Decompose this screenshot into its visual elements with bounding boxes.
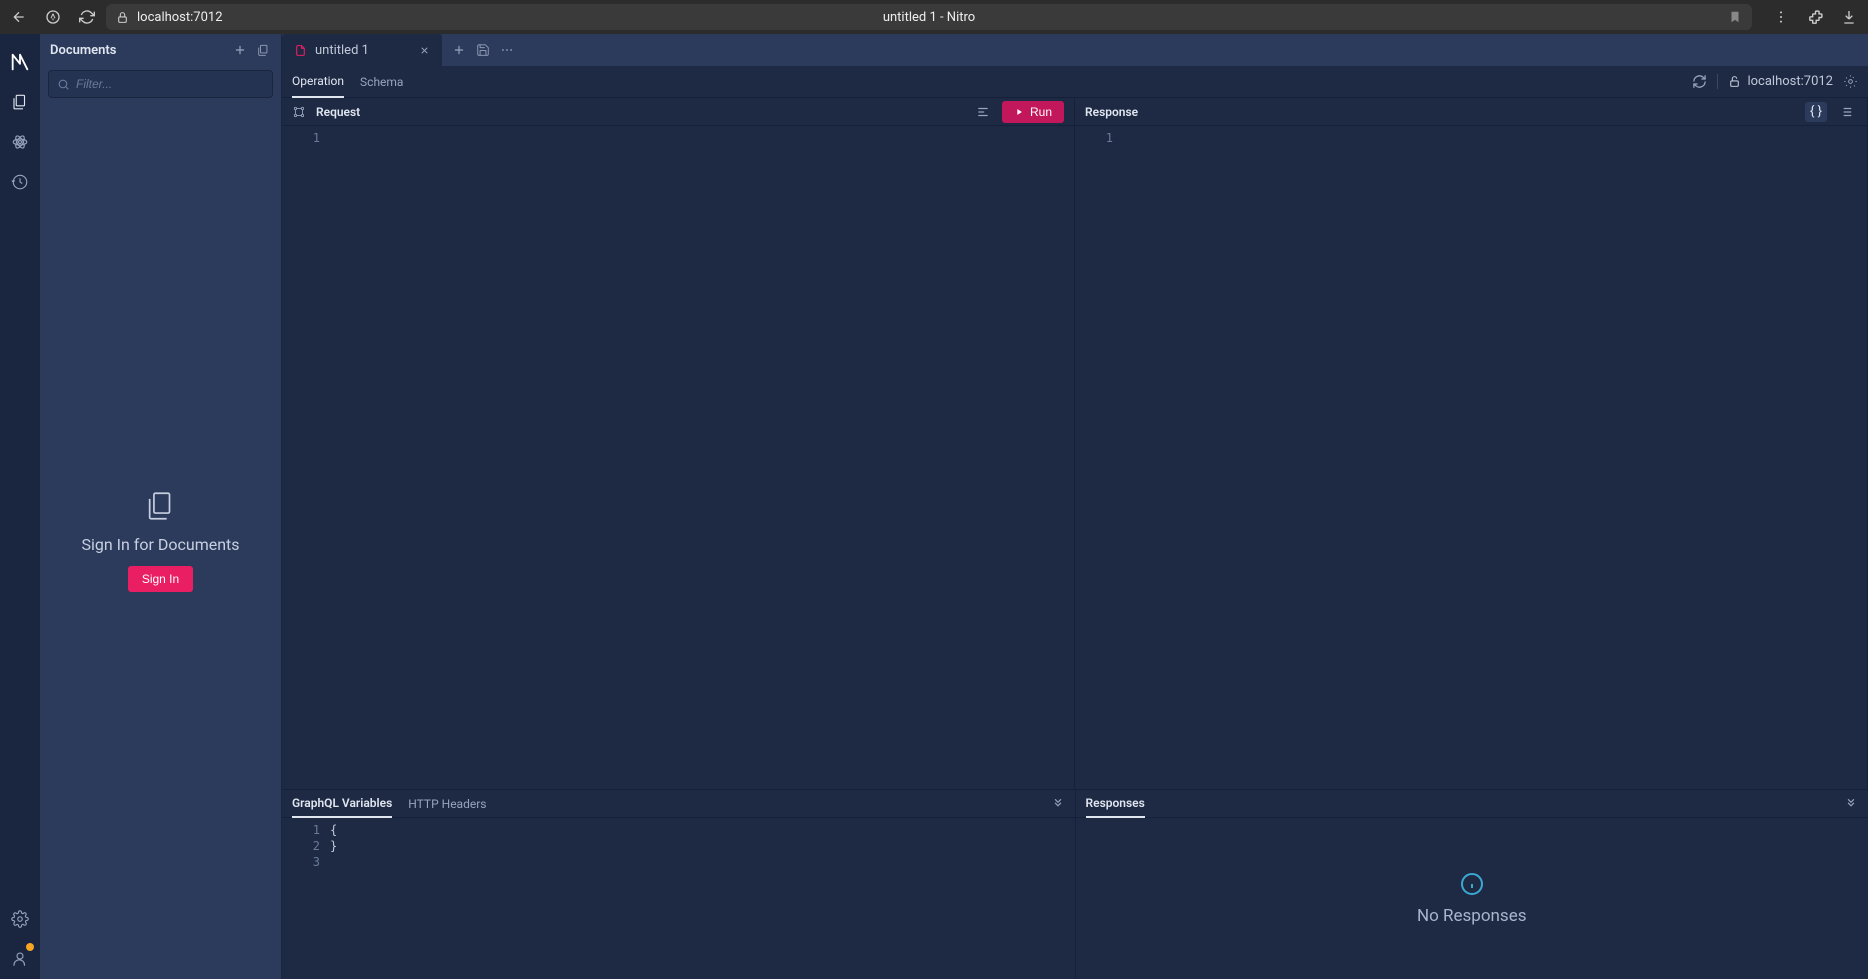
endpoint-url: localhost:7012	[1747, 74, 1833, 89]
variables-gutter: 1 2 3	[282, 818, 330, 979]
sidebar: Documents Sign In for Documents Sign In	[40, 34, 282, 979]
request-gutter: 1	[282, 126, 330, 789]
browser-chrome: localhost:7012 untitled 1 - Nitro	[0, 0, 1868, 34]
new-document-icon[interactable]	[233, 43, 247, 57]
collapse-variables-icon[interactable]	[1051, 797, 1065, 811]
more-tabs-icon[interactable]	[500, 43, 514, 57]
page-title: untitled 1 - Nitro	[883, 10, 975, 25]
browser-yandex-icon[interactable]	[44, 8, 62, 26]
rail-settings-icon[interactable]	[0, 899, 40, 939]
app-logo-icon[interactable]	[0, 42, 40, 82]
rail-history-icon[interactable]	[0, 162, 40, 202]
filter-box[interactable]	[48, 70, 273, 98]
rail-account-icon[interactable]	[0, 939, 40, 979]
url-bar[interactable]: localhost:7012 untitled 1 - Nitro	[106, 4, 1752, 30]
tab-http-headers[interactable]: HTTP Headers	[408, 791, 486, 817]
responses-title: Responses	[1086, 790, 1145, 818]
new-folder-icon[interactable]	[257, 43, 271, 57]
run-label: Run	[1030, 105, 1052, 119]
lock-icon	[116, 11, 129, 24]
run-button[interactable]: Run	[1002, 101, 1064, 123]
browser-back-icon[interactable]	[10, 8, 28, 26]
prettify-icon[interactable]	[972, 102, 994, 122]
endpoint[interactable]: localhost:7012	[1717, 74, 1833, 89]
extensions-icon[interactable]	[1806, 8, 1824, 26]
browser-reload-icon[interactable]	[78, 8, 96, 26]
response-editor[interactable]: 1	[1075, 126, 1867, 789]
filter-input[interactable]	[76, 77, 264, 91]
sidebar-empty-title: Sign In for Documents	[81, 535, 239, 554]
url-text: localhost:7012	[137, 10, 223, 25]
tab-document[interactable]: untitled 1	[282, 34, 442, 66]
view-tree-icon[interactable]	[1835, 102, 1857, 122]
unlock-icon	[1728, 75, 1741, 88]
no-responses-state: No Responses	[1076, 818, 1868, 979]
no-responses-text: No Responses	[1417, 906, 1527, 926]
play-icon	[1014, 107, 1024, 117]
tab-operation[interactable]: Operation	[292, 66, 344, 98]
downloads-icon[interactable]	[1840, 8, 1858, 26]
response-title: Response	[1085, 105, 1138, 119]
documents-empty-icon	[144, 489, 178, 523]
subnav: Operation Schema localhost:7012	[282, 66, 1868, 98]
variables-code: { }	[330, 818, 1075, 979]
signin-button[interactable]: Sign In	[128, 566, 193, 592]
tab-label: untitled 1	[315, 43, 369, 58]
refresh-schema-icon[interactable]	[1692, 74, 1707, 89]
search-icon	[57, 78, 70, 91]
collapse-responses-icon[interactable]	[1844, 797, 1858, 811]
sidebar-empty-state: Sign In for Documents Sign In	[40, 102, 281, 979]
variables-editor[interactable]: 1 2 3 { }	[282, 818, 1075, 979]
rail-schema-icon[interactable]	[0, 122, 40, 162]
variables-pane: GraphQL Variables HTTP Headers 1 2 3 {	[282, 790, 1076, 979]
bookmark-icon[interactable]	[1728, 10, 1742, 24]
save-tab-icon[interactable]	[476, 43, 490, 57]
close-tab-icon[interactable]	[419, 45, 430, 56]
panels: Request Run 1	[282, 98, 1868, 789]
bottom-panels: GraphQL Variables HTTP Headers 1 2 3 {	[282, 789, 1868, 979]
sidebar-title: Documents	[50, 43, 116, 58]
request-title: Request	[316, 105, 360, 119]
info-icon	[1460, 872, 1484, 896]
tabstrip: untitled 1	[282, 34, 1868, 66]
tab-graphql-variables[interactable]: GraphQL Variables	[292, 790, 392, 818]
main: untitled 1 Operation Schema	[282, 34, 1868, 979]
new-tab-icon[interactable]	[452, 43, 466, 57]
view-json-icon[interactable]: { }	[1805, 102, 1827, 122]
document-icon	[294, 44, 307, 57]
request-editor[interactable]: 1	[282, 126, 1074, 789]
icon-rail	[0, 34, 40, 979]
tab-schema[interactable]: Schema	[360, 67, 403, 97]
response-pane: Response { } 1	[1075, 98, 1868, 789]
endpoint-settings-icon[interactable]	[1843, 74, 1858, 89]
rail-documents-icon[interactable]	[0, 82, 40, 122]
browser-menu-icon[interactable]	[1772, 8, 1790, 26]
responses-pane: Responses No Responses	[1076, 790, 1868, 979]
request-pane: Request Run 1	[282, 98, 1075, 789]
response-gutter: 1	[1075, 126, 1123, 789]
link-operation-icon[interactable]	[292, 105, 306, 119]
